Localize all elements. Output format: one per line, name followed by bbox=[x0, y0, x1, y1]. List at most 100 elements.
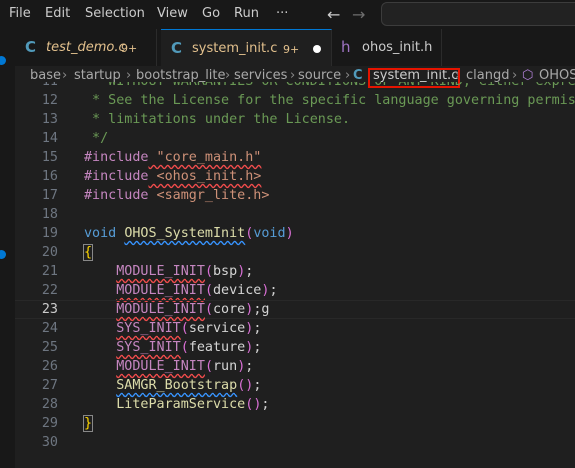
breadcrumb-startup[interactable]: startup bbox=[74, 68, 121, 83]
code-text[interactable]: MODULE_INIT(device); bbox=[84, 281, 277, 300]
activity-bar bbox=[0, 29, 15, 468]
code-line[interactable]: 20 { bbox=[15, 243, 575, 262]
chevron-right-icon: › bbox=[62, 68, 68, 83]
code-line[interactable]: 27 SAMGR_Bootstrap(); bbox=[15, 376, 575, 395]
code-text[interactable]: * limitations under the License. bbox=[84, 110, 350, 129]
line-number: 13 bbox=[41, 112, 58, 127]
code-line[interactable]: 17 #include <samgr_lite.h> bbox=[15, 186, 575, 205]
c-file-icon: C bbox=[25, 38, 37, 56]
code-text[interactable]: * WITHOUT WARRANTIES OR CONDITIONS OF AN… bbox=[84, 82, 575, 91]
code-text[interactable]: LiteParamService(); bbox=[84, 395, 269, 414]
code-line[interactable]: 13 * limitations under the License. bbox=[15, 110, 575, 129]
code-text[interactable]: void OHOS_SystemInit(void) bbox=[84, 224, 294, 243]
breadcrumb-clangd[interactable]: clangd bbox=[466, 68, 509, 83]
code-line[interactable]: 26 MODULE_INIT(run); bbox=[15, 357, 575, 376]
code-line[interactable]: 25 SYS_INIT(feature); bbox=[15, 338, 575, 357]
tab-label: test_demo.c bbox=[46, 40, 126, 55]
code-line[interactable]: 22 MODULE_INIT(device); bbox=[15, 281, 575, 300]
code-text[interactable]: } bbox=[82, 414, 94, 433]
back-arrow-icon[interactable]: ← bbox=[327, 5, 340, 24]
code-line[interactable]: 16 #include <ohos_init.h> bbox=[15, 167, 575, 186]
code-line[interactable]: 24 SYS_INIT(service); bbox=[15, 319, 575, 338]
c-file-icon: C bbox=[353, 68, 363, 83]
breadcrumb-symbol[interactable]: OHOS_SystemInit bbox=[539, 68, 575, 83]
line-number: 17 bbox=[41, 188, 58, 203]
breadcrumb-bootstrap-lite[interactable]: bootstrap_lite bbox=[136, 68, 226, 83]
code-text[interactable]: * See the License for the specific langu… bbox=[84, 91, 575, 110]
chevron-right-icon: › bbox=[345, 68, 351, 83]
tab-label: ohos_init.h bbox=[362, 40, 433, 55]
code-line[interactable]: 29} bbox=[15, 414, 575, 433]
line-number: 19 bbox=[41, 226, 58, 241]
code-line[interactable]: 21 MODULE_INIT(bsp); bbox=[15, 262, 575, 281]
code-text[interactable]: SYS_INIT(feature); bbox=[84, 338, 261, 357]
breadcrumb-base[interactable]: base bbox=[30, 68, 61, 83]
line-number: 11 bbox=[15, 82, 58, 91]
menu-edit[interactable]: Edit bbox=[45, 0, 70, 29]
problem-count-badge: 9+ bbox=[283, 43, 300, 56]
code-text[interactable]: { bbox=[82, 243, 94, 262]
h-file-icon: h bbox=[341, 38, 351, 56]
line-number: 30 bbox=[41, 435, 58, 450]
command-center-search[interactable] bbox=[381, 2, 575, 26]
code-text[interactable]: #include "core_main.h" bbox=[84, 148, 261, 167]
line-number: 27 bbox=[41, 378, 58, 393]
chevron-right-icon: › bbox=[225, 68, 231, 83]
code-text[interactable]: SYS_INIT(service); bbox=[84, 319, 261, 338]
line-number: 20 bbox=[41, 245, 58, 260]
chevron-right-icon: › bbox=[512, 68, 518, 83]
chevron-right-icon: › bbox=[290, 68, 296, 83]
tab-system-init[interactable]: C system_init.c 9+ bbox=[161, 29, 332, 67]
code-editor[interactable]: 11 * WITHOUT WARRANTIES OR CONDITIONS OF… bbox=[15, 82, 575, 468]
line-number: 23 bbox=[41, 302, 58, 317]
code-line[interactable]: 18 bbox=[15, 205, 575, 224]
menu-go[interactable]: Go bbox=[202, 0, 220, 29]
code-text[interactable]: SAMGR_Bootstrap(); bbox=[84, 376, 261, 395]
breadcrumb-services[interactable]: services bbox=[234, 68, 287, 83]
line-number: 25 bbox=[41, 340, 58, 355]
menu-bar: File Edit Selection View Go Run ··· ← → bbox=[0, 0, 575, 29]
notification-dot-icon bbox=[0, 250, 6, 259]
code-line[interactable]: 12 * See the License for the specific la… bbox=[15, 91, 575, 110]
menu-selection[interactable]: Selection bbox=[85, 0, 145, 29]
notification-dot-icon bbox=[0, 56, 6, 65]
menu-more[interactable]: ··· bbox=[276, 0, 288, 29]
code-text[interactable]: MODULE_INIT(core);g bbox=[84, 300, 269, 319]
code-text[interactable]: MODULE_INIT(run); bbox=[84, 357, 253, 376]
tab-bar: C test_demo.c 9+ C system_init.c 9+ h oh… bbox=[15, 29, 575, 67]
code-line[interactable]: 11 * WITHOUT WARRANTIES OR CONDITIONS OF… bbox=[15, 82, 575, 91]
menu-file[interactable]: File bbox=[9, 0, 31, 29]
line-number: 28 bbox=[41, 397, 58, 412]
line-number: 22 bbox=[41, 283, 58, 298]
line-number: 14 bbox=[41, 131, 58, 146]
line-number: 24 bbox=[41, 321, 58, 336]
line-number: 29 bbox=[41, 416, 58, 431]
tab-test-demo[interactable]: C test_demo.c 9+ bbox=[15, 29, 157, 66]
tab-ohos-init[interactable]: h ohos_init.h bbox=[331, 29, 442, 66]
code-line[interactable]: 15 #include "core_main.h" bbox=[15, 148, 575, 167]
unsaved-dot-icon[interactable] bbox=[313, 45, 321, 53]
code-text[interactable]: */ bbox=[84, 129, 108, 148]
code-line[interactable]: 23 MODULE_INIT(core);g bbox=[15, 300, 575, 319]
line-number: 21 bbox=[41, 264, 58, 279]
code-line[interactable]: 14 */ bbox=[15, 129, 575, 148]
symbol-method-icon: ⬡ bbox=[522, 68, 534, 83]
line-number: 12 bbox=[41, 93, 58, 108]
line-number: 15 bbox=[41, 150, 58, 165]
tab-label: system_init.c bbox=[192, 41, 278, 56]
menu-view[interactable]: View bbox=[157, 0, 188, 29]
chevron-right-icon: › bbox=[126, 68, 132, 83]
code-text[interactable]: #include <samgr_lite.h> bbox=[84, 186, 269, 205]
forward-arrow-icon[interactable]: → bbox=[352, 5, 365, 24]
line-number: 26 bbox=[41, 359, 58, 374]
code-line[interactable]: 19 void OHOS_SystemInit(void) bbox=[15, 224, 575, 243]
line-number: 16 bbox=[41, 169, 58, 184]
code-line[interactable]: 28 LiteParamService(); bbox=[15, 395, 575, 414]
problem-count-badge: 9+ bbox=[121, 42, 138, 55]
code-text[interactable]: #include <ohos_init.h> bbox=[84, 167, 261, 186]
line-number: 18 bbox=[41, 207, 58, 222]
code-line[interactable]: 30 bbox=[15, 433, 575, 452]
code-text[interactable]: MODULE_INIT(bsp); bbox=[84, 262, 253, 281]
breadcrumb-source[interactable]: source bbox=[298, 68, 341, 83]
menu-run[interactable]: Run bbox=[234, 0, 259, 29]
